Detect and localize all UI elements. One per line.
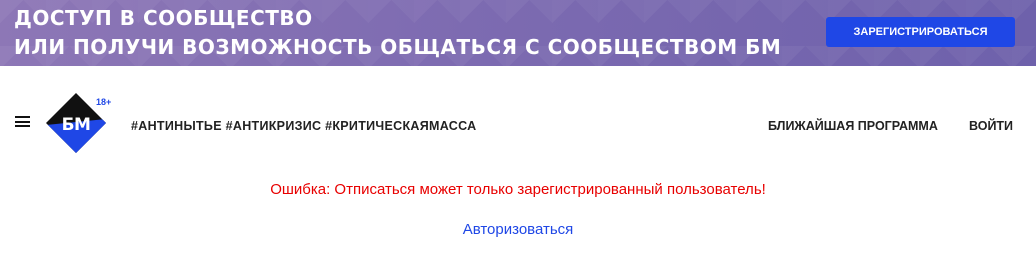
banner-line-1: ДОСТУП В СООБЩЕСТВО bbox=[14, 6, 313, 30]
register-button[interactable]: ЗАРЕГИСТРИРОВАТЬСЯ bbox=[826, 17, 1015, 47]
authorize-link[interactable]: Авторизоваться bbox=[463, 221, 574, 238]
site-header: БМ 18+ #АНТИНЫТЬЕ #АНТИКРИЗИС #КРИТИЧЕСК… bbox=[0, 66, 1036, 170]
banner-text: ДОСТУП В СООБЩЕСТВО ИЛИ ПОЛУЧИ ВОЗМОЖНОС… bbox=[14, 4, 781, 62]
logo-text: БМ bbox=[61, 115, 91, 135]
age-rating-badge: 18+ bbox=[96, 97, 112, 107]
promo-banner: ДОСТУП В СООБЩЕСТВО ИЛИ ПОЛУЧИ ВОЗМОЖНОС… bbox=[0, 0, 1036, 66]
nav-upcoming-program-link[interactable]: БЛИЖАЙШАЯ ПРОГРАММА bbox=[768, 119, 938, 133]
auth-link-container: Авторизоваться bbox=[0, 221, 1036, 239]
error-message: Ошибка: Отписаться может только зарегист… bbox=[270, 181, 766, 198]
banner-line-2: ИЛИ ПОЛУЧИ ВОЗМОЖНОСТЬ ОБЩАТЬСЯ С СООБЩЕ… bbox=[14, 35, 782, 59]
hashtags-tagline: #АНТИНЫТЬЕ #АНТИКРИЗИС #КРИТИЧЕСКАЯМАССА bbox=[131, 119, 477, 133]
hamburger-menu-icon[interactable] bbox=[15, 116, 30, 127]
nav-login-link[interactable]: ВОЙТИ bbox=[969, 119, 1013, 133]
